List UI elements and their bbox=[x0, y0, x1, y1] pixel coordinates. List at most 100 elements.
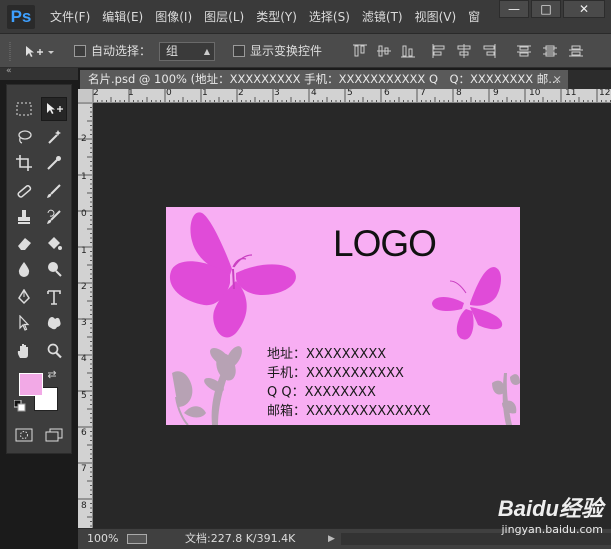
menu-window[interactable]: 窗 bbox=[462, 0, 486, 34]
menu-layer[interactable]: 图层(L) bbox=[198, 0, 250, 34]
panel-collapse-strip[interactable]: « bbox=[0, 66, 78, 80]
blur-tool[interactable] bbox=[11, 257, 37, 281]
horizontal-ruler[interactable]: 2 1 0 1 2 3 4 5 6 7 8 9 10 11 12 bbox=[93, 89, 611, 103]
flower-silhouette-icon bbox=[172, 346, 242, 425]
window-controls: — □ ✕ bbox=[499, 0, 605, 18]
default-colors-icon[interactable] bbox=[13, 399, 27, 413]
align-vcenter-icon[interactable] bbox=[376, 44, 392, 58]
menu-type[interactable]: 类型(Y) bbox=[250, 0, 303, 34]
lasso-icon bbox=[18, 130, 32, 144]
healing-brush-tool[interactable] bbox=[11, 179, 37, 203]
custom-shape-tool[interactable] bbox=[41, 311, 67, 335]
path-selection-tool[interactable] bbox=[11, 311, 37, 335]
qq-line: Q Q：XXXXXXXX bbox=[267, 385, 376, 400]
dodge-icon bbox=[48, 262, 62, 277]
grip-icon bbox=[9, 41, 11, 62]
document-tab-title: 名片.psd @ 100% (地址：XXXXXXXXX 手机：XXXXXXXXX… bbox=[88, 72, 560, 86]
distribute-bottom-icon[interactable] bbox=[568, 44, 584, 58]
eraser-tool[interactable] bbox=[11, 231, 37, 255]
droplet-icon bbox=[18, 262, 30, 277]
magnifier-icon bbox=[47, 343, 62, 359]
minimize-button[interactable]: — bbox=[499, 0, 529, 18]
align-bottom-icon[interactable] bbox=[400, 44, 416, 58]
ruler-label: 12 bbox=[599, 89, 611, 98]
status-info-icon[interactable] bbox=[127, 534, 147, 544]
close-button[interactable]: ✕ bbox=[563, 0, 605, 18]
move-tool-preset[interactable] bbox=[24, 34, 56, 68]
align-hcenter-icon[interactable] bbox=[456, 44, 472, 58]
screen-mode-button[interactable] bbox=[41, 423, 67, 447]
small-butterfly-icon bbox=[432, 267, 503, 340]
pen-tool[interactable] bbox=[11, 285, 37, 309]
logo-text: LOGO bbox=[333, 223, 437, 264]
ruler-label: 3 bbox=[274, 89, 280, 98]
large-butterfly-icon bbox=[169, 212, 296, 338]
magic-wand-tool[interactable] bbox=[41, 125, 67, 149]
quick-mask-button[interactable] bbox=[11, 423, 37, 447]
tab-bar-empty bbox=[568, 70, 611, 89]
hand-tool[interactable] bbox=[11, 339, 37, 363]
options-bar: 自动选择： 组 ▲ 显示变换控件 bbox=[0, 34, 611, 68]
collapse-chevrons-icon: « bbox=[6, 66, 12, 76]
brush-tool[interactable] bbox=[41, 179, 67, 203]
crop-tool[interactable] bbox=[11, 151, 37, 175]
show-transform-option[interactable]: 显示变换控件 bbox=[233, 34, 322, 68]
menu-filter[interactable]: 滤镜(T) bbox=[356, 0, 409, 34]
align-right-icon[interactable] bbox=[480, 44, 496, 58]
hand-icon bbox=[17, 344, 28, 358]
document-size: 文档:227.8 K/391.4K bbox=[185, 532, 296, 545]
menu-edit[interactable]: 编辑(E) bbox=[96, 0, 149, 34]
eraser-icon bbox=[18, 238, 31, 250]
email-line: 邮箱：XXXXXXXXXXXXXX bbox=[267, 404, 431, 419]
ruler-label: 2 bbox=[81, 282, 87, 292]
business-card-canvas[interactable]: LOGO 地址：XXXXXXXXX 手机：XXXXXXXXXXX Q Q：XXX… bbox=[166, 207, 520, 425]
align-top-icon[interactable] bbox=[352, 44, 368, 58]
zoom-tool[interactable] bbox=[41, 339, 67, 363]
brush-icon bbox=[47, 184, 61, 198]
document-tab[interactable]: 名片.psd @ 100% (地址：XXXXXXXXX 手机：XXXXXXXXX… bbox=[80, 70, 568, 89]
tools-panel: ⇄ bbox=[6, 84, 72, 454]
menu-file[interactable]: 文件(F) bbox=[44, 0, 96, 34]
history-brush-tool[interactable] bbox=[41, 205, 67, 229]
menu-view[interactable]: 视图(V) bbox=[409, 0, 463, 34]
status-menu-arrow-icon[interactable]: ▶ bbox=[328, 529, 335, 549]
show-transform-checkbox[interactable] bbox=[233, 45, 245, 57]
main-menu: 文件(F) 编辑(E) 图像(I) 图层(L) 类型(Y) 选择(S) 滤镜(T… bbox=[44, 0, 486, 34]
crop-icon bbox=[16, 155, 32, 171]
address-line: 地址：XXXXXXXXX bbox=[267, 347, 387, 362]
distribute-vcenter-icon[interactable] bbox=[542, 44, 558, 58]
eyedropper-tool[interactable] bbox=[41, 151, 67, 175]
lasso-tool[interactable] bbox=[11, 125, 37, 149]
menu-image[interactable]: 图像(I) bbox=[149, 0, 198, 34]
auto-select-dropdown[interactable]: 组 ▲ bbox=[159, 42, 215, 61]
vertical-ruler[interactable]: 2 1 0 1 2 3 4 5 6 7 8 bbox=[78, 103, 93, 528]
paint-bucket-tool[interactable] bbox=[41, 231, 67, 255]
ruler-label: 1 bbox=[81, 246, 87, 256]
ruler-label: 7 bbox=[81, 464, 87, 474]
quick-mask-icon bbox=[15, 428, 33, 442]
ruler-label: 5 bbox=[81, 391, 87, 401]
rect-marquee-icon bbox=[16, 102, 32, 116]
clone-stamp-tool[interactable] bbox=[11, 205, 37, 229]
tab-close-icon[interactable]: × bbox=[552, 70, 562, 89]
ruler-label: 1 bbox=[128, 89, 134, 98]
zoom-level[interactable]: 100% bbox=[87, 529, 118, 549]
watermark-url: jingyan.baidu.com bbox=[501, 523, 603, 536]
auto-select-option[interactable]: 自动选择： bbox=[74, 34, 151, 68]
maximize-button[interactable]: □ bbox=[531, 0, 561, 18]
ruler-origin[interactable] bbox=[78, 89, 93, 103]
pen-icon bbox=[18, 289, 30, 305]
align-left-icon[interactable] bbox=[432, 44, 448, 58]
auto-select-checkbox[interactable] bbox=[74, 45, 86, 57]
swap-colors-icon[interactable]: ⇄ bbox=[45, 367, 59, 381]
screen-mode-icon bbox=[45, 428, 63, 442]
move-tool[interactable] bbox=[41, 97, 67, 121]
marquee-tool[interactable] bbox=[11, 97, 37, 121]
foreground-color-swatch[interactable] bbox=[19, 373, 43, 396]
type-tool[interactable] bbox=[41, 285, 67, 309]
dodge-tool[interactable] bbox=[41, 257, 67, 281]
ruler-label: 1 bbox=[81, 172, 87, 182]
watermark-brand: Baidu经验 bbox=[497, 496, 603, 521]
distribute-top-icon[interactable] bbox=[516, 44, 532, 58]
menu-select[interactable]: 选择(S) bbox=[303, 0, 356, 34]
